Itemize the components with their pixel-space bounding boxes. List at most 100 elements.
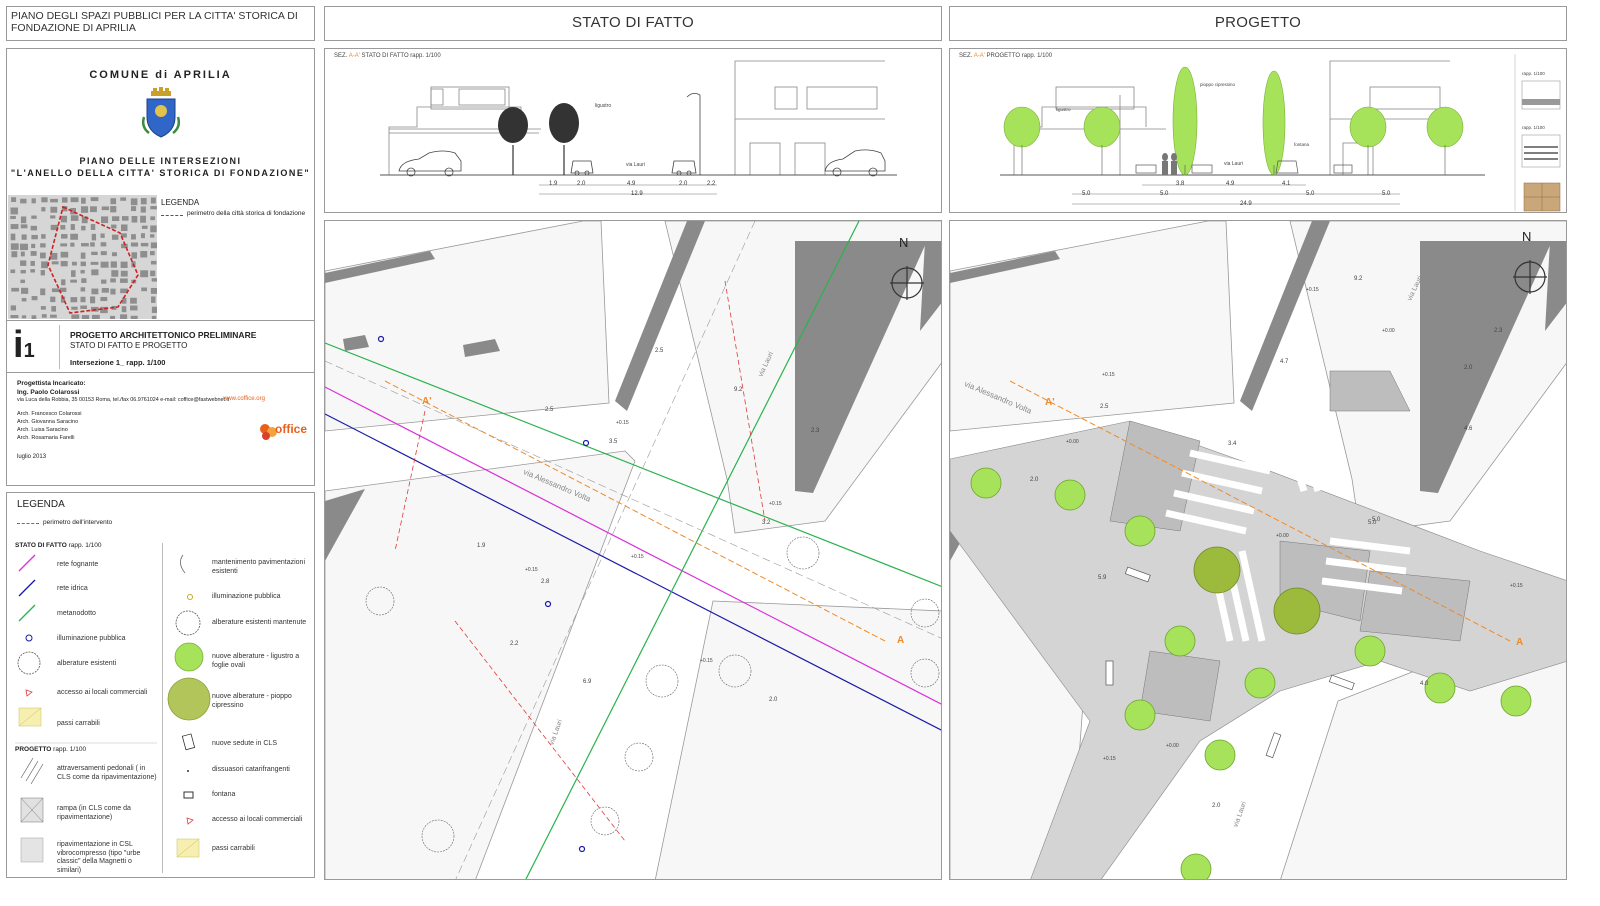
plan-stato-elev-5: +0.15 bbox=[700, 658, 713, 664]
new-tree-icon bbox=[1354, 635, 1386, 667]
section-progetto-dim-2: 4.9 bbox=[1226, 181, 1235, 187]
plan-progetto-elev-1: +0.15 bbox=[1306, 287, 1319, 293]
project-subtitle: STATO DI FATTO E PROGETTO bbox=[70, 341, 188, 350]
new-tree-icon bbox=[1180, 853, 1212, 879]
collaborator-2: Arch. Giovanna Saracino bbox=[17, 419, 79, 425]
intersection-label: Intersezione 1_ rapp. 1/100 bbox=[70, 358, 166, 367]
new-tree-icon bbox=[1424, 672, 1456, 704]
plan-stato-drawing bbox=[325, 221, 941, 879]
legend-progetto-name: PROGETTO bbox=[15, 746, 52, 753]
plan-stato-dim-9: 2.2 bbox=[510, 641, 519, 647]
section-progetto-drawing bbox=[1000, 54, 1561, 212]
plan-stato-dim-6: 2.5 bbox=[545, 407, 554, 413]
thumb-legend-label: perimetro della città storica di fondazi… bbox=[187, 210, 306, 217]
section-progetto-tree2: pioppo cipressino bbox=[1200, 82, 1236, 87]
piano-title-1: PIANO DELLE INTERSEZIONI bbox=[79, 156, 242, 166]
plan-progetto-dim-12: 2.0 bbox=[1212, 803, 1221, 809]
plan-progetto-north: N bbox=[1522, 229, 1532, 244]
legend-item-alberature: alberature esistenti bbox=[57, 660, 117, 667]
office-logo-text: office bbox=[275, 422, 308, 436]
plan-stato-dim-7: 1.9 bbox=[477, 543, 486, 549]
plan-progetto-sec-a: A bbox=[1516, 637, 1524, 648]
progettista-label: Progettista Incaricato: bbox=[17, 380, 86, 387]
drawing-code: i1 bbox=[13, 325, 60, 369]
legend-item-mantenimento: mantenimento pavimentazioni esistenti bbox=[212, 559, 305, 575]
plan-stato-dim-1: 2.5 bbox=[655, 348, 664, 354]
plan-stato-north: N bbox=[899, 235, 909, 250]
legend-item-passi: passi carrabili bbox=[57, 720, 100, 727]
plan-stato-dim-8: 2.8 bbox=[541, 579, 550, 585]
section-progetto-dim2-2: 5.0 bbox=[1160, 191, 1169, 197]
title-divider bbox=[7, 320, 314, 321]
legend-item-metanodotto: metanodotto bbox=[57, 610, 96, 617]
plan-progetto-dim-2: 2.3 bbox=[1494, 328, 1503, 334]
plan-stato-dim-3: 2.3 bbox=[811, 428, 820, 434]
aerial-map-thumbnail bbox=[8, 195, 157, 319]
legend-item-rampa: rampa (in CLS come da ripavimentazione) bbox=[57, 805, 131, 821]
section-stato-street: via Lauri bbox=[626, 162, 645, 168]
plan-stato-elev-4: +0.15 bbox=[525, 567, 538, 573]
section-stato-tree-label: ligustro bbox=[595, 103, 612, 109]
thumb-legend-line bbox=[161, 215, 183, 216]
collaborator-3: Arch. Luisa Saracino bbox=[17, 427, 68, 433]
coat-of-arms-icon bbox=[141, 87, 181, 138]
section-progetto-dim2-3: 5.0 bbox=[1306, 191, 1315, 197]
title-divider-2 bbox=[7, 372, 314, 373]
new-tree-icon bbox=[1054, 479, 1086, 511]
section-stato-total: 12.9 bbox=[631, 191, 643, 197]
legend-progetto-scale: rapp. 1/100 bbox=[53, 746, 87, 753]
new-tree-icon bbox=[1124, 699, 1156, 731]
new-tree-icon bbox=[1124, 515, 1156, 547]
section-stato-dim-2: 2.0 bbox=[577, 181, 586, 187]
project-type: PROGETTO ARCHITETTONICO PRELIMINARE bbox=[70, 330, 257, 340]
office-logo: office bbox=[257, 419, 313, 441]
title-block: COMUNE di APRILIA PIANO DELLE INTERSEZIO… bbox=[6, 48, 315, 486]
legend-item-illuminazione-2: illuminazione pubblica bbox=[212, 593, 281, 600]
legend-item-dissuasori: dissuasori catarifrangenti bbox=[212, 766, 290, 773]
legend-item-rete-idrica: rete idrica bbox=[57, 585, 88, 592]
new-tree-icon bbox=[1164, 625, 1196, 657]
legend-item-attraversamenti: attraversamenti pedonali ( in CLS come d… bbox=[57, 765, 157, 781]
section-stato-drawing bbox=[380, 60, 897, 195]
plan-progetto-dim-9: 5.9 bbox=[1098, 575, 1107, 581]
plan-stato-dim-11: 2.0 bbox=[769, 697, 778, 703]
section-progetto-street: via Lauri bbox=[1224, 161, 1243, 167]
progettista-name: Ing. Paolo Colarossi bbox=[17, 389, 80, 396]
new-tree-icon bbox=[970, 467, 1002, 499]
section-progetto-total: 24.9 bbox=[1240, 201, 1252, 207]
section-stato-dim-3: 4.9 bbox=[627, 181, 636, 187]
plan-progetto-dim-4: 2.5 bbox=[1100, 404, 1109, 410]
plan-progetto-elev-3: +0.00 bbox=[1066, 439, 1079, 445]
progetto-header: PROGETTO bbox=[949, 6, 1567, 41]
comune-title: COMUNE di APRILIA bbox=[89, 69, 232, 81]
legend-item-sedute: nuove sedute in CLS bbox=[212, 740, 277, 747]
office-address: via Luca della Robbia, 35 00153 Roma, te… bbox=[17, 397, 230, 403]
plan-progetto-elev-5: +0.00 bbox=[1276, 533, 1289, 539]
plan-stato-elev-1: +0.15 bbox=[616, 420, 629, 426]
plan-progetto-dim-3: 4.7 bbox=[1280, 359, 1289, 365]
thumb-legend-title: LEGENDA bbox=[161, 198, 200, 207]
collaborator-1: Arch. Francesco Colarossi bbox=[17, 411, 82, 417]
plan-progetto-elev-7: +0.15 bbox=[1510, 583, 1523, 589]
plan-progetto-dim-10: 2.0 bbox=[1030, 477, 1039, 483]
plan-progetto-dim-13: 5.0 bbox=[1368, 520, 1377, 526]
plan-stato-dim-4: 3.5 bbox=[609, 439, 618, 445]
section-progetto-dim2-4: 5.0 bbox=[1382, 191, 1391, 197]
section-progetto-scale-1: rapp. 1/100 bbox=[1522, 71, 1545, 76]
plan-progetto-dim-6: 2.0 bbox=[1464, 365, 1473, 371]
section-stato-dim-5: 2.2 bbox=[707, 181, 716, 187]
plan-title-box: PIANO DEGLI SPAZI PUBBLICI PER LA CITTA'… bbox=[6, 6, 315, 41]
section-progetto-dim-3: 4.1 bbox=[1282, 181, 1291, 187]
legend-item-rete-fognante: rete fognante bbox=[57, 561, 99, 568]
legend-item-pioppo: nuove alberature - pioppo cipressino bbox=[212, 693, 292, 709]
legend-item-passi-2: passi carrabili bbox=[212, 845, 255, 852]
collaborator-4: Arch. Rosamaria Farelli bbox=[17, 435, 75, 441]
plan-progetto-dim-11: 4.0 bbox=[1420, 681, 1429, 687]
plan-stato-elev-3: +0.15 bbox=[631, 554, 644, 560]
section-progetto-scale-2: rapp. 1/100 bbox=[1522, 125, 1545, 130]
plan-progetto-sec-a2: A' bbox=[1045, 397, 1055, 408]
office-website[interactable]: www.coffice.org bbox=[223, 396, 265, 402]
piano-title-2: "L'ANELLO DELLA CITTA' STORICA DI FONDAZ… bbox=[10, 168, 311, 178]
legend-item-ligustro: nuove alberature - ligustro a foglie ova… bbox=[212, 653, 300, 669]
plan-progetto-dim-5: 3.4 bbox=[1228, 441, 1237, 447]
